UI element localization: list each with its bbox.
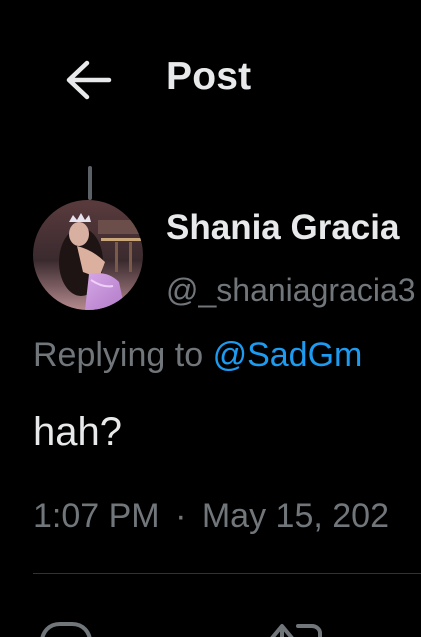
- replying-to-label: Replying to: [33, 336, 204, 374]
- arrow-left-icon: [66, 60, 112, 100]
- action-bar: [0, 610, 421, 637]
- author-handle[interactable]: @_shaniagracia3: [166, 272, 416, 309]
- post-text: hah?: [33, 410, 122, 454]
- back-button[interactable]: [56, 52, 120, 108]
- thread-connector-line: [88, 166, 92, 200]
- avatar[interactable]: [33, 200, 143, 310]
- post-date[interactable]: May 15, 202: [202, 497, 389, 535]
- author-name[interactable]: Shania Gracia: [166, 208, 399, 248]
- post-timestamp: 1:07 PM · May 15, 202: [33, 497, 389, 536]
- reply-icon[interactable]: [38, 620, 94, 637]
- divider: [33, 573, 421, 574]
- top-header: Post: [0, 0, 421, 160]
- page-title: Post: [166, 55, 252, 98]
- repost-icon[interactable]: [268, 620, 332, 637]
- mention-link[interactable]: @SadGm: [213, 336, 363, 374]
- replying-to-line: Replying to @SadGm: [33, 336, 362, 375]
- meta-separator: ·: [175, 497, 187, 535]
- post-time[interactable]: 1:07 PM: [33, 497, 160, 535]
